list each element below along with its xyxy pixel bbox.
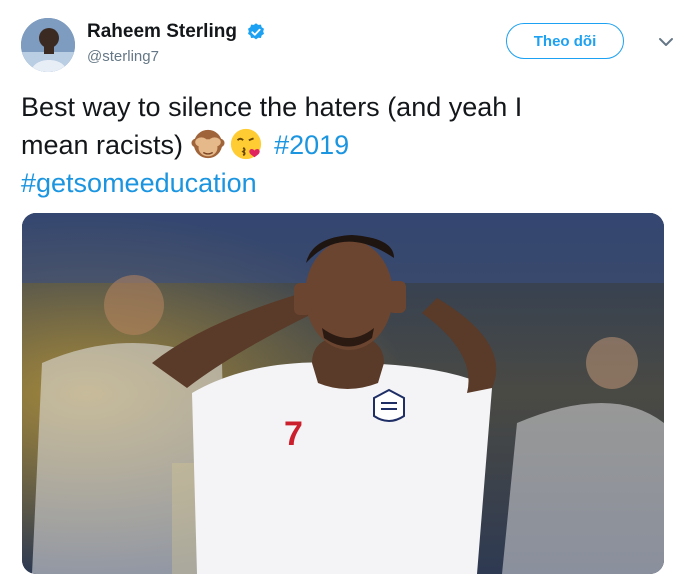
tweet-text: Best way to silence the haters (and yeah… (21, 88, 681, 202)
avatar[interactable] (21, 18, 75, 72)
avatar-image (21, 18, 75, 72)
tweet-line-3: #getsomeeducation (21, 164, 681, 202)
tweet-line-2: mean racists) #2019 (21, 126, 681, 164)
shirt-number: 7 (284, 415, 303, 453)
user-handle[interactable]: @sterling7 (87, 46, 266, 68)
display-name[interactable]: Raheem Sterling (87, 20, 237, 44)
see-no-evil-monkey-icon (191, 129, 225, 159)
hashtag-2019[interactable]: #2019 (274, 130, 349, 160)
face-blowing-kiss-icon (230, 128, 261, 160)
chevron-down-icon[interactable] (656, 32, 676, 52)
follow-button[interactable]: Theo dõi (506, 23, 624, 59)
verified-badge-icon (248, 23, 265, 40)
tweet-header: Raheem Sterling @sterling7 Theo dõi (21, 18, 680, 74)
hashtag-getsomeeducation[interactable]: #getsomeeducation (21, 168, 257, 198)
tweet-line-2-text: mean racists) (21, 130, 184, 160)
photo-player-celebrating: 7 (22, 213, 664, 574)
user-block: Raheem Sterling @sterling7 (87, 20, 266, 68)
tweet-photo[interactable]: 7 (22, 213, 664, 574)
tweet-line-1: Best way to silence the haters (and yeah… (21, 92, 523, 122)
